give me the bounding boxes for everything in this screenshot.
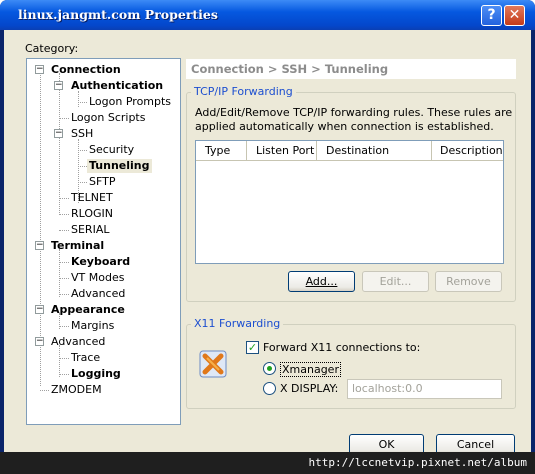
- help-button[interactable]: ?: [481, 5, 502, 26]
- tree-collapse-icon[interactable]: −: [54, 81, 63, 90]
- tree-item-logon-prompts[interactable]: Logon Prompts: [89, 95, 171, 109]
- tree-item-serial[interactable]: SERIAL: [71, 223, 109, 237]
- tree-collapse-icon[interactable]: −: [35, 241, 44, 250]
- column-header-listen-port[interactable]: Listen Port: [247, 141, 317, 161]
- tree-item-connection[interactable]: Connection: [51, 63, 121, 77]
- tree-item-sftp[interactable]: SFTP: [89, 175, 115, 189]
- close-button[interactable]: ✕: [504, 5, 525, 26]
- tree-item-terminal[interactable]: Terminal: [51, 239, 104, 253]
- xmanager-label: Xmanager: [280, 362, 341, 377]
- tree-item-logging[interactable]: Logging: [71, 367, 121, 381]
- xmanager-radio[interactable]: [263, 362, 276, 375]
- tree-item-security[interactable]: Security: [89, 143, 134, 157]
- tree-item-appearance[interactable]: Appearance: [51, 303, 125, 317]
- xdisplay-input[interactable]: localhost:0.0: [347, 379, 502, 399]
- tree-item-ssh[interactable]: SSH: [71, 127, 93, 141]
- title-bar[interactable]: linux.jangmt.com Properties ? ✕: [0, 0, 535, 30]
- tree-item-margins[interactable]: Margins: [71, 319, 114, 333]
- tree-item-telnet[interactable]: TELNET: [71, 191, 113, 205]
- remove-button[interactable]: Remove: [435, 271, 502, 292]
- tree-item-advanced[interactable]: Advanced: [51, 335, 105, 349]
- tcpip-group-title: TCP/IP Forwarding: [191, 85, 296, 98]
- tree-item-logon-scripts[interactable]: Logon Scripts: [71, 111, 145, 125]
- tree-item-advanced[interactable]: Advanced: [71, 287, 125, 301]
- window-title: linux.jangmt.com Properties: [18, 7, 218, 22]
- watermark-url: http://lccnetvip.pixnet.net/album: [0, 452, 535, 474]
- tree-collapse-icon[interactable]: −: [35, 337, 44, 346]
- properties-window: linux.jangmt.com Properties ? ✕ Category…: [0, 0, 535, 474]
- column-header-type[interactable]: Type: [196, 141, 247, 161]
- category-label: Category:: [25, 42, 79, 55]
- xmanager-logo-icon: [199, 350, 227, 378]
- tcpip-description-line1: Add/Edit/Remove TCP/IP forwarding rules.…: [195, 106, 513, 119]
- tree-item-vt-modes[interactable]: VT Modes: [71, 271, 124, 285]
- add-button[interactable]: Add...: [288, 271, 355, 292]
- forwarding-rules-list[interactable]: Type Listen Port Destination Description: [195, 140, 504, 264]
- breadcrumb: Connection > SSH > Tunneling: [186, 59, 516, 79]
- xdisplay-radio[interactable]: [263, 382, 276, 395]
- tree-item-keyboard[interactable]: Keyboard: [71, 255, 130, 269]
- tree-item-tunneling[interactable]: Tunneling: [87, 159, 152, 173]
- forward-x11-checkbox[interactable]: ✓: [246, 341, 259, 354]
- tree-collapse-icon[interactable]: −: [54, 129, 63, 138]
- column-header-destination[interactable]: Destination: [317, 141, 432, 161]
- tcpip-description-line2: applied automatically when connection is…: [195, 120, 494, 133]
- xdisplay-label: X DISPLAY:: [280, 382, 339, 395]
- tree-item-authentication[interactable]: Authentication: [71, 79, 163, 93]
- forward-x11-label: Forward X11 connections to:: [263, 341, 421, 354]
- tree-item-trace[interactable]: Trace: [71, 351, 100, 365]
- dialog-body: Category: − Connection − Authentication Logo…: [4, 30, 531, 474]
- edit-button[interactable]: Edit...: [362, 271, 429, 292]
- category-tree[interactable]: − Connection − Authentication Logon Prompts L…: [26, 58, 181, 425]
- column-header-description[interactable]: Description: [432, 141, 503, 161]
- tree-item-rlogin[interactable]: RLOGIN: [71, 207, 113, 221]
- tree-collapse-icon[interactable]: −: [35, 305, 44, 314]
- tree-collapse-icon[interactable]: −: [35, 65, 44, 74]
- tree-item-zmodem[interactable]: ZMODEM: [51, 383, 102, 397]
- x11-group-title: X11 Forwarding: [191, 317, 284, 330]
